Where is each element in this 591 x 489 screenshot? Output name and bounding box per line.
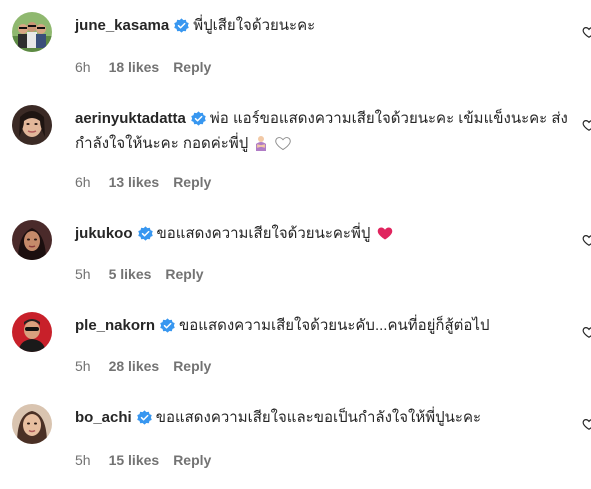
comment-username[interactable]: ple_nakorn bbox=[75, 317, 155, 334]
comment-text: ขอแสดงความเสียใจด้วยนะคับ...คนที่อยู่ก็ส… bbox=[179, 317, 490, 334]
avatar[interactable] bbox=[12, 105, 52, 145]
verified-badge-icon bbox=[174, 18, 189, 40]
comment-text: ขอแสดงความเสียใจด้วยนะคะพี่ปู bbox=[156, 225, 371, 242]
hugging-person-emoji-icon bbox=[254, 135, 268, 158]
comment-username[interactable]: bo_achi bbox=[75, 409, 132, 426]
heart-outline-icon[interactable] bbox=[582, 118, 591, 132]
comment-timestamp[interactable]: 5h bbox=[75, 357, 91, 375]
verified-badge-icon bbox=[136, 410, 152, 432]
comment-likes[interactable]: 5 likes bbox=[109, 265, 152, 283]
comment-likes[interactable]: 15 likes bbox=[109, 451, 160, 469]
comment-meta: 5h 28 likes Reply bbox=[75, 357, 211, 375]
avatar[interactable] bbox=[12, 312, 52, 352]
comment-meta: 5h 5 likes Reply bbox=[75, 265, 204, 283]
comment-body: june_kasama พี่ปูเสียใจด้วยนะคะ bbox=[75, 15, 569, 40]
comment-text: ขอแสดงความเสียใจและขอเป็นกำลังใจให้พี่ปู… bbox=[155, 409, 482, 426]
comment-body: jukukoo ขอแสดงความเสียใจด้วยนะคะพี่ปู bbox=[75, 223, 569, 248]
verified-badge-icon bbox=[137, 226, 153, 248]
reply-button[interactable]: Reply bbox=[173, 357, 211, 375]
reply-button[interactable]: Reply bbox=[173, 173, 211, 191]
comment-body: aerinyuktadatta พ่อ แอร์ขอแสดงความเสียใจด… bbox=[75, 108, 569, 158]
heart-outline-icon[interactable] bbox=[582, 325, 591, 339]
comment-body: bo_achi ขอแสดงความเสียใจและขอเป็นกำลังใจใ… bbox=[75, 407, 569, 432]
comment-body: ple_nakorn ขอแสดงความเสียใจด้วยนะคับ...คน… bbox=[75, 315, 569, 340]
reply-button[interactable]: Reply bbox=[173, 58, 211, 76]
verified-badge-icon bbox=[191, 111, 206, 133]
comment-likes[interactable]: 18 likes bbox=[109, 58, 160, 76]
white-heart-emoji-icon bbox=[274, 135, 292, 158]
verified-badge-icon bbox=[160, 318, 175, 340]
comment-likes[interactable]: 13 likes bbox=[109, 173, 160, 191]
comment-meta: 5h 15 likes Reply bbox=[75, 451, 211, 469]
comment-timestamp[interactable]: 5h bbox=[75, 451, 91, 469]
comment-username[interactable]: aerinyuktadatta bbox=[75, 110, 186, 127]
heart-outline-icon[interactable] bbox=[582, 25, 591, 39]
comment-meta: 6h 13 likes Reply bbox=[75, 173, 211, 191]
red-heart-emoji-icon bbox=[376, 225, 394, 248]
comment-meta: 6h 18 likes Reply bbox=[75, 58, 211, 76]
avatar[interactable] bbox=[12, 404, 52, 444]
heart-outline-icon[interactable] bbox=[582, 233, 591, 247]
reply-button[interactable]: Reply bbox=[165, 265, 203, 283]
comment-username[interactable]: june_kasama bbox=[75, 17, 169, 34]
comment-timestamp[interactable]: 6h bbox=[75, 58, 91, 76]
comment-username[interactable]: jukukoo bbox=[75, 225, 133, 242]
comment-text: พี่ปูเสียใจด้วยนะคะ bbox=[193, 17, 316, 34]
comment-timestamp[interactable]: 5h bbox=[75, 265, 91, 283]
avatar[interactable] bbox=[12, 12, 52, 52]
comment-likes[interactable]: 28 likes bbox=[109, 357, 160, 375]
avatar[interactable] bbox=[12, 220, 52, 260]
heart-outline-icon[interactable] bbox=[582, 417, 591, 431]
reply-button[interactable]: Reply bbox=[173, 451, 211, 469]
comment-timestamp[interactable]: 6h bbox=[75, 173, 91, 191]
